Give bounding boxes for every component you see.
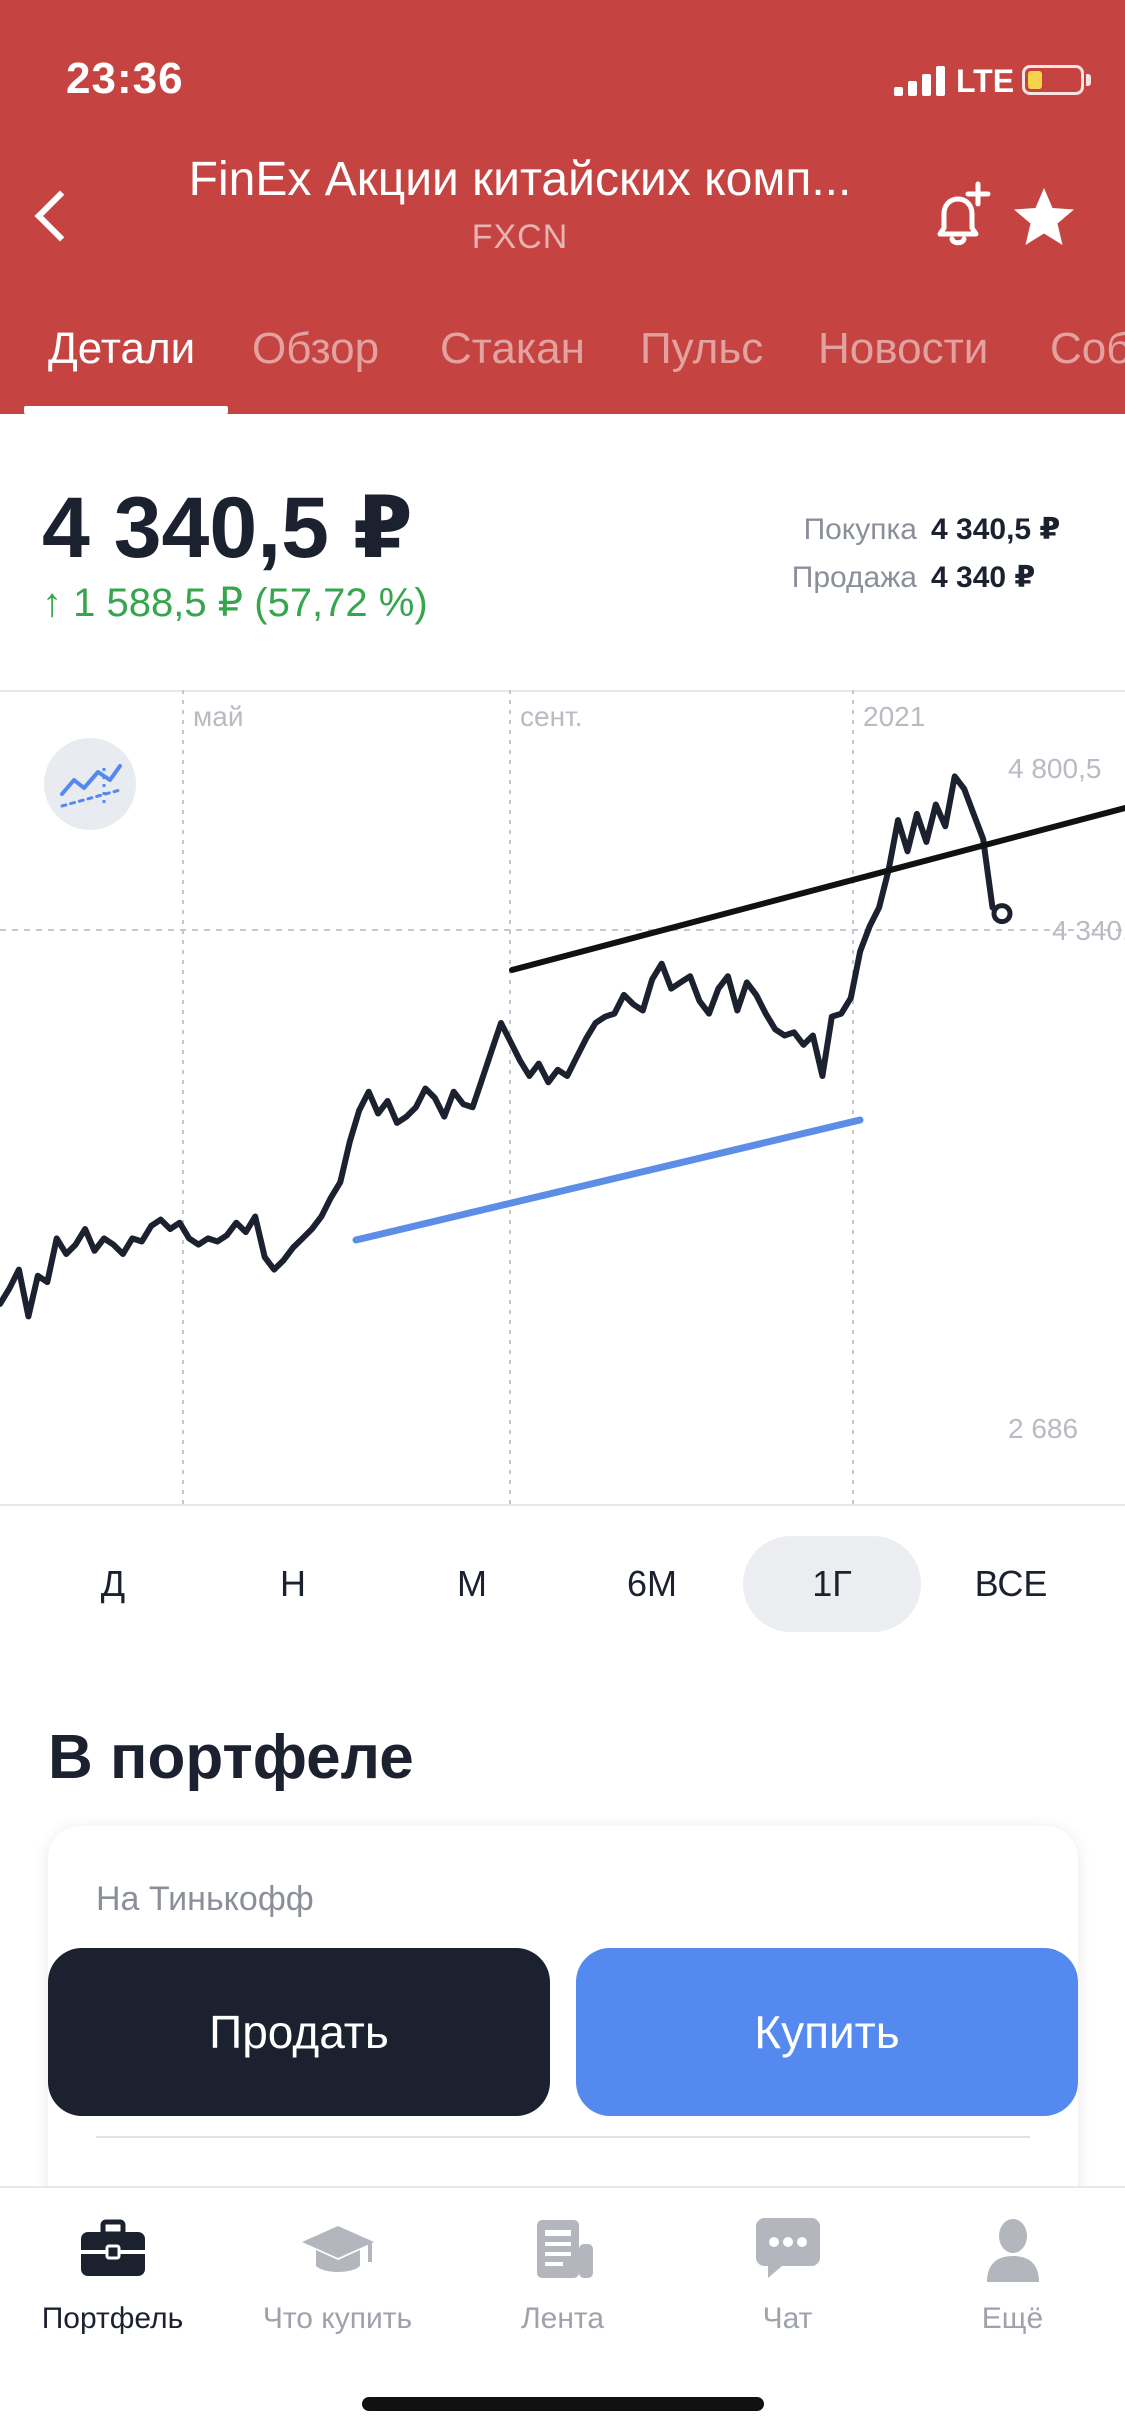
chat-bubble-icon (755, 2218, 820, 2278)
battery-tip (1086, 74, 1091, 86)
tab-order-book[interactable]: Стакан (440, 324, 585, 374)
add-alert-bell-icon[interactable] (918, 178, 998, 258)
nav-label-what-to-buy: Что купить (262, 2302, 413, 2335)
y-label-current: 4 340,5 (1052, 915, 1125, 946)
nav-label-portfolio: Портфель (41, 2302, 184, 2335)
price-series-line (0, 773, 1005, 1320)
upper-trendline (509, 805, 1125, 973)
buy-button[interactable]: Купить (576, 1948, 1078, 2116)
broker-account-label: На Тинькофф (96, 1880, 314, 1918)
current-price: 4 340,5 ₽ (42, 480, 413, 576)
home-indicator (362, 2397, 764, 2411)
buy-price-label: Покупка (803, 513, 917, 546)
y-label-min: 2 686 (1008, 1413, 1078, 1444)
sell-price-label: Продажа (791, 561, 917, 594)
nav-label-more: Ещё (981, 2302, 1044, 2335)
user-icon (986, 2219, 1039, 2282)
app-header: 23:36 LTE FinEx Акции китайских комп... … (0, 0, 1125, 414)
tab-news[interactable]: Новости (818, 324, 988, 374)
current-price-marker (991, 903, 1013, 925)
x-label-may: май (193, 701, 243, 732)
newspaper-icon (536, 2220, 593, 2278)
sell-button[interactable]: Продать (48, 1948, 550, 2116)
sell-price-value: 4 340 ₽ (931, 561, 1036, 594)
x-label-2021: 2021 (863, 701, 925, 732)
chart-drawing-tools-button[interactable] (44, 738, 136, 830)
nav-more[interactable]: Ещё (900, 2210, 1125, 2336)
nav-portfolio[interactable]: Портфель (0, 2210, 225, 2336)
network-type: LTE (956, 63, 1015, 99)
period-6-months[interactable]: 6М (563, 1536, 741, 1632)
buy-price-value: 4 340,5 ₽ (931, 513, 1061, 546)
nav-what-to-buy[interactable]: Что купить (225, 2210, 450, 2336)
x-label-sept: сент. (520, 701, 583, 732)
tab-details[interactable]: Детали (48, 324, 195, 374)
back-button[interactable] (20, 176, 90, 256)
cellular-signal-icon (894, 66, 946, 96)
sell-price-row: Продажа 4 340 ₽ (792, 560, 1077, 595)
price-chart[interactable]: май сент. 2021 4 800,5 4 340,5 2 686 (0, 690, 1125, 1506)
period-week[interactable]: Н (204, 1536, 382, 1632)
status-time: 23:36 (66, 54, 184, 103)
tab-events[interactable]: Соб (1050, 324, 1125, 374)
instrument-ticker: FXCN (471, 218, 569, 256)
period-all[interactable]: ВСЕ (922, 1536, 1100, 1632)
instrument-title: FinEx Акции китайских комп... (188, 153, 852, 206)
battery-icon (1022, 65, 1084, 95)
instrument-tabs: Детали Обзор Стакан Пульс Новости Соб (0, 310, 1125, 414)
briefcase-icon (80, 2219, 145, 2276)
lower-trendline (352, 1116, 864, 1244)
card-divider (96, 2136, 1030, 2138)
active-tab-indicator (24, 406, 228, 414)
graduation-cap-icon (301, 2226, 374, 2272)
favorite-star-icon[interactable] (1004, 178, 1084, 258)
y-label-max: 4 800,5 (1008, 753, 1101, 784)
nav-label-feed: Лента (520, 2302, 605, 2335)
trend-chart-icon (60, 764, 122, 808)
tab-overview[interactable]: Обзор (252, 324, 379, 374)
period-selector: Д Н М 6М 1Г ВСЕ (0, 1536, 1125, 1632)
period-month[interactable]: М (383, 1536, 561, 1632)
price-change: ↑ 1 588,5 ₽ (57,72 %) (42, 581, 428, 625)
nav-chat[interactable]: Чат (675, 2210, 900, 2336)
nav-feed[interactable]: Лента (450, 2210, 675, 2336)
period-1-year[interactable]: 1Г (743, 1536, 921, 1632)
portfolio-section-title: В портфеле (48, 1723, 414, 1792)
tab-pulse[interactable]: Пульс (640, 324, 763, 374)
period-day[interactable]: Д (24, 1536, 202, 1632)
nav-label-chat: Чат (762, 2302, 813, 2335)
buy-price-row: Покупка 4 340,5 ₽ (804, 512, 1077, 547)
